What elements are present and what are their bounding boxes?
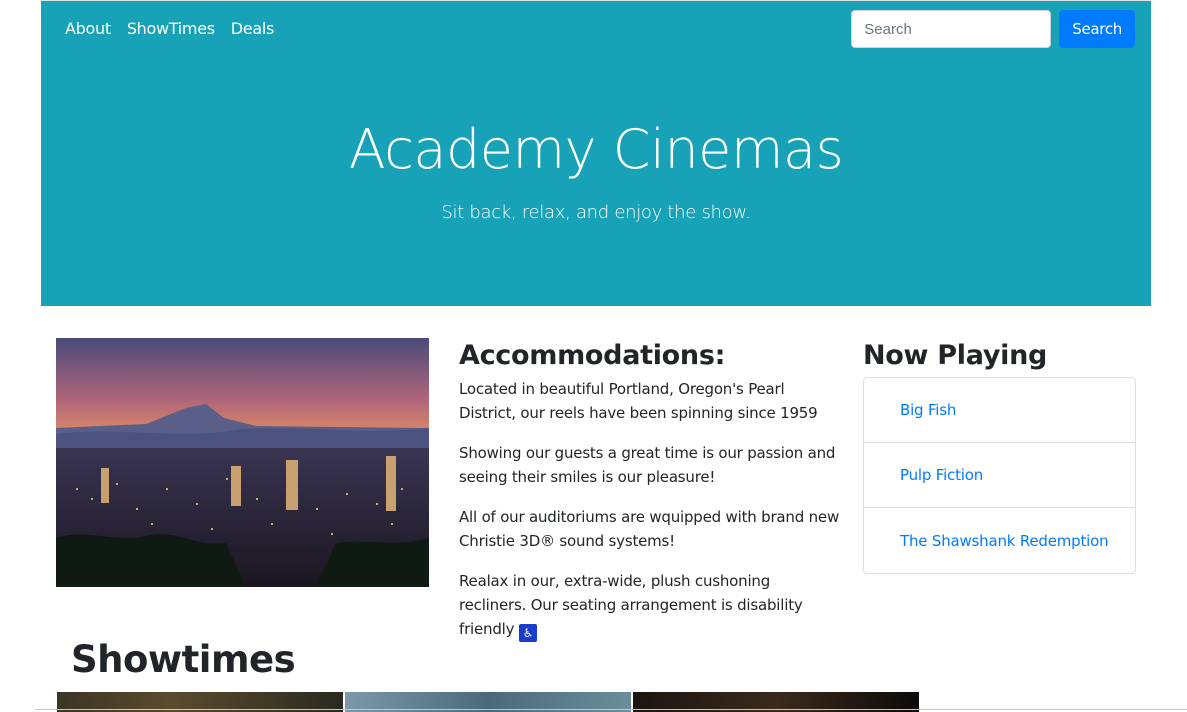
nav-link-about[interactable]: About: [65, 19, 111, 38]
list-item: Pulp Fiction: [864, 443, 1135, 508]
hero-banner: About ShowTimes Deals Search Academy Cin…: [41, 0, 1151, 306]
now-playing-list: Big Fish Pulp Fiction The Shawshank Rede…: [863, 377, 1136, 574]
accommodations-paragraph: Realax in our, extra-wide, plush cushoni…: [459, 569, 839, 642]
now-playing-heading: Now Playing: [863, 340, 1048, 371]
search-input[interactable]: [851, 10, 1052, 48]
accommodations-paragraph-text: Realax in our, extra-wide, plush cushoni…: [459, 572, 803, 638]
divider: [41, 0, 1151, 1]
accommodations-paragraph: Showing our guests a great time is our p…: [459, 444, 836, 486]
showtimes-heading: Showtimes: [71, 638, 296, 681]
accommodations-paragraph: All of our auditoriums are wquipped with…: [459, 508, 840, 550]
page-subtitle: Sit back, relax, and enjoy the show.: [441, 202, 751, 223]
portland-cityscape-image: [56, 338, 429, 587]
movie-link-shawshank[interactable]: The Shawshank Redemption: [900, 532, 1109, 550]
accommodations-paragraph: Located in beautiful Portland, Oregon's …: [459, 380, 818, 422]
search-button[interactable]: Search: [1059, 10, 1135, 48]
wheelchair-icon: ♿: [518, 624, 537, 642]
nav-link-deals[interactable]: Deals: [231, 19, 275, 38]
list-item: The Shawshank Redemption: [864, 508, 1135, 573]
divider: [35, 709, 1187, 710]
top-nav: About ShowTimes Deals: [65, 19, 290, 38]
nav-link-showtimes[interactable]: ShowTimes: [127, 19, 215, 38]
search-form: Search: [851, 10, 1135, 48]
movie-link-big-fish[interactable]: Big Fish: [900, 401, 956, 419]
now-playing-section: Now Playing Big Fish Pulp Fiction The Sh…: [863, 340, 1136, 574]
movie-link-pulp-fiction[interactable]: Pulp Fiction: [900, 466, 983, 484]
accommodations-section: Accommodations: Located in beautiful Por…: [459, 340, 839, 658]
page-title: Academy Cinemas: [348, 118, 844, 181]
accommodations-heading: Accommodations:: [459, 340, 726, 371]
list-item: Big Fish: [864, 378, 1135, 443]
